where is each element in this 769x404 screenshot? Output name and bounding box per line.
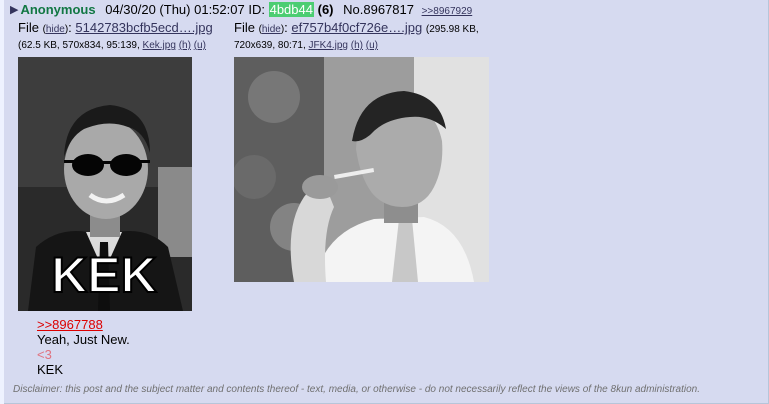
body-line-heart: <3 xyxy=(37,347,52,362)
file-meta-2: 720x639, 80:71, JFK4.jpg (h) (u) xyxy=(234,40,378,51)
hide-file-link[interactable]: hide xyxy=(46,24,65,35)
reply-post: ▶ Anonymous 04/30/20 (Thu) 01:52:07 ID: 4… xyxy=(4,0,769,404)
image-1-caption-kek: KEK xyxy=(51,247,157,303)
post-body: >>8967788 Yeah, Just New. <3 KEK xyxy=(37,317,130,377)
file-info-1: File (hide): 5142783bcfb5ecd….jpg xyxy=(18,20,213,35)
file-u-link[interactable]: (u) xyxy=(366,40,378,51)
poster-id-badge[interactable]: 4bdb44 xyxy=(268,2,314,17)
post-number-link[interactable]: No.8967817 xyxy=(343,2,414,17)
file-meta-text: (62.5 KB, 570x834, 95:139, xyxy=(18,40,140,51)
image-2-illustration xyxy=(234,57,489,282)
image-thumbnail-1[interactable]: KEK xyxy=(18,57,192,311)
original-filename-link[interactable]: JFK4.jpg xyxy=(309,40,348,51)
post-intro: ▶ Anonymous 04/30/20 (Thu) 01:52:07 ID: 4… xyxy=(10,2,472,20)
file-label: File xyxy=(18,20,39,35)
post-menu-triangle-icon[interactable]: ▶ xyxy=(10,2,18,18)
id-label: ID: xyxy=(248,2,265,17)
file-meta-text: 720x639, 80:71, xyxy=(234,40,306,51)
file-meta-1: (62.5 KB, 570x834, 95:139, Kek.jpg (h) (… xyxy=(18,40,206,51)
id-post-count: (6) xyxy=(317,2,334,17)
hide-file-link[interactable]: hide xyxy=(262,24,281,35)
body-line: Yeah, Just New. xyxy=(37,332,130,347)
post-date: 04/30/20 (Thu) 01:52:07 xyxy=(105,2,245,17)
original-filename-link[interactable]: Kek.jpg xyxy=(143,40,176,51)
file-size: (295.98 KB, xyxy=(425,24,479,35)
file-h-link[interactable]: (h) xyxy=(179,40,191,51)
body-line: KEK xyxy=(37,362,64,377)
file-name-link[interactable]: ef757b4f0cf726e….jpg xyxy=(291,20,422,35)
poster-name: Anonymous xyxy=(20,2,96,17)
image-thumbnail-2[interactable] xyxy=(234,57,489,282)
disclaimer-text: Disclaimer: this post and the subject ma… xyxy=(13,384,700,395)
backlink[interactable]: >>8967929 xyxy=(422,6,473,17)
quote-link[interactable]: >>8967788 xyxy=(37,317,130,332)
file-label: File xyxy=(234,20,255,35)
file-info-2: File (hide): ef757b4f0cf726e….jpg (295.9… xyxy=(234,20,479,35)
image-1-illustration: KEK xyxy=(18,57,192,311)
file-h-link[interactable]: (h) xyxy=(351,40,363,51)
file-name-link[interactable]: 5142783bcfb5ecd….jpg xyxy=(75,20,212,35)
file-u-link[interactable]: (u) xyxy=(194,40,206,51)
